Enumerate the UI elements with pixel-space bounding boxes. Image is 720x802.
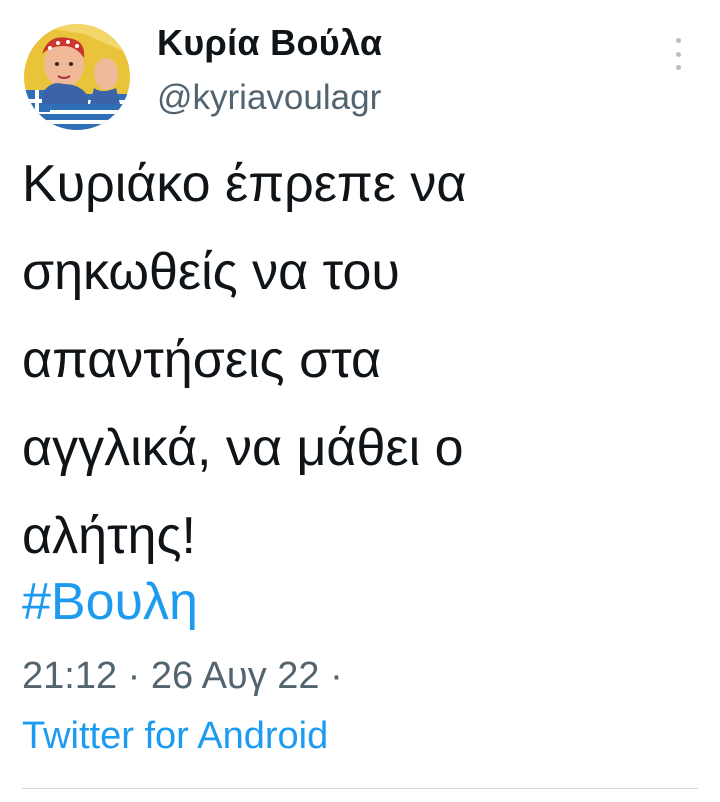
tweet-text-line: αγγλικά, να μάθει ο [22, 419, 464, 477]
more-dot [675, 38, 681, 43]
avatar[interactable] [24, 24, 130, 130]
more-options-icon[interactable] [668, 38, 688, 70]
more-dot [675, 51, 681, 57]
avatar-icon [24, 24, 130, 130]
tweet-timestamp[interactable]: 21:12 · 26 Αυγ 22 · [22, 655, 343, 698]
tweet-text-line: απαντήσεις στα [22, 331, 382, 389]
more-dot [675, 65, 681, 70]
tweet-source-link[interactable]: Twitter for Android [22, 715, 328, 758]
hashtag-link[interactable]: #Βουλη [22, 558, 198, 646]
tweet-text-line: Κυριάκο έπρεπε να [22, 155, 467, 213]
tweet-text-line: σηκωθείς να του [22, 243, 400, 301]
author-handle[interactable]: @kyriavoulagr [157, 78, 381, 118]
author-display-name[interactable]: Κυρία Βούλα [157, 22, 382, 64]
tweet-text: Κυριάκο έπρεπε να σηκωθείς να του απαντή… [22, 140, 702, 580]
divider [22, 788, 698, 789]
